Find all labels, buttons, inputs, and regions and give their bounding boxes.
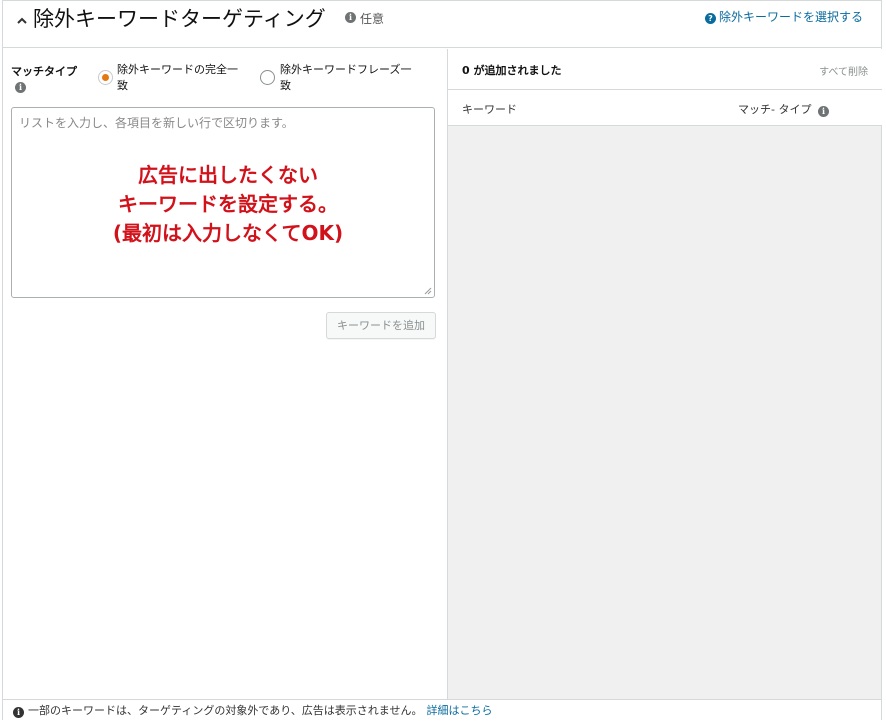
keyword-entry-panel: マッチタイプ i 除外キーワードの完全一 致 除外キーワードフレーズ一 致 リス… <box>3 49 445 699</box>
added-count: 0 が追加されました <box>462 64 562 77</box>
info-icon: i <box>13 707 24 718</box>
optional-label: 任意 <box>360 12 385 26</box>
added-keywords-header: 0 が追加されました すべて削除 <box>448 49 882 90</box>
textarea-placeholder: リストを入力し、各項目を新しい行で区切ります。 <box>19 116 294 130</box>
select-negative-keywords-link[interactable]: ? 除外キーワードを選択する <box>704 8 863 25</box>
table-header: キーワード マッチ- タイプ i <box>448 90 882 126</box>
panel-header: 除外キーワードターゲティング i 任意 ? 除外キーワードを選択する <box>3 1 881 48</box>
footer-notice-text: 一部のキーワードは、ターゲティングの対象外であり、広告は表示されません。 <box>28 704 423 717</box>
info-icon[interactable]: i <box>15 82 26 93</box>
added-keywords-panel: 0 が追加されました すべて削除 キーワード マッチ- タイプ i <box>447 49 882 699</box>
resize-grip-icon[interactable] <box>424 287 432 295</box>
radio-phrase-match-label[interactable]: 除外キーワードフレーズ一 致 <box>280 62 411 94</box>
info-icon[interactable]: i <box>817 106 829 117</box>
details-link[interactable]: 詳細はこちら <box>426 704 492 717</box>
radio-phrase-match[interactable] <box>260 70 275 85</box>
page-title: 除外キーワードターゲティング <box>33 7 326 31</box>
annotation-text: 広告に出したくない キーワードを設定する。 (最初は入力しなくてOK) <box>112 163 344 245</box>
footer-notice: i 一部のキーワードは、ターゲティングの対象外であり、広告は表示されません。 詳細は… <box>3 699 881 721</box>
match-type-label: マッチタイプ <box>11 65 77 78</box>
negative-keyword-panel: 除外キーワードターゲティング i 任意 ? 除外キーワードを選択する マッチタイプ… <box>2 0 882 721</box>
add-keyword-button[interactable]: キーワードを追加 <box>326 312 436 339</box>
remove-all-button[interactable]: すべて削除 <box>819 63 868 78</box>
select-link-label: 除外キーワードを選択する <box>718 10 863 24</box>
help-icon: ? <box>704 13 716 24</box>
column-match-type: マッチ- タイプ i <box>738 101 829 117</box>
info-icon[interactable]: i <box>345 12 356 23</box>
radio-exact-match[interactable] <box>98 70 113 85</box>
chevron-up-icon[interactable] <box>15 14 29 28</box>
radio-exact-match-label[interactable]: 除外キーワードの完全一 致 <box>117 62 238 94</box>
column-keyword: キーワード <box>462 103 517 116</box>
